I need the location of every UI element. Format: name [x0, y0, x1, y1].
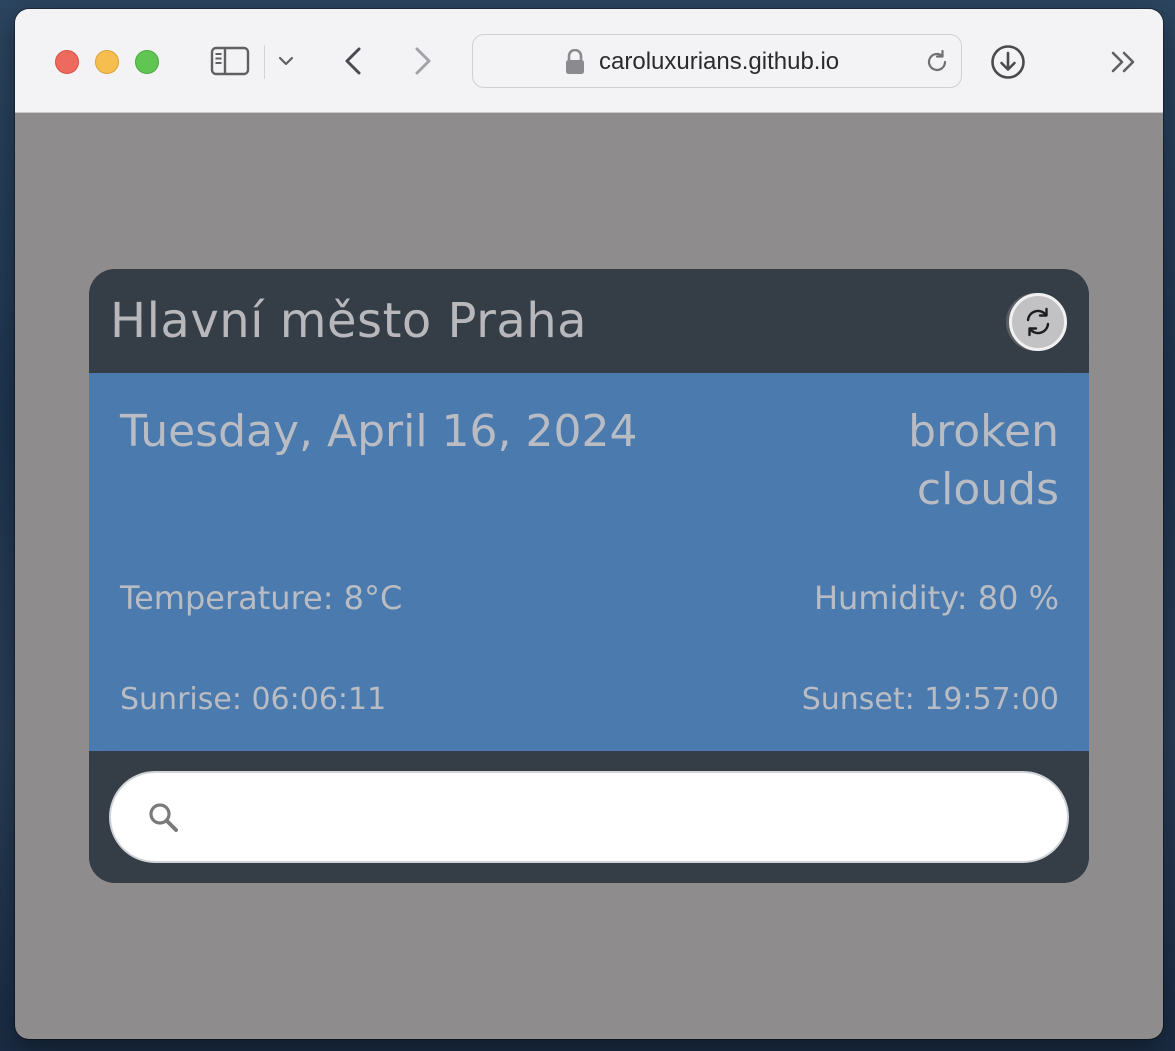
- search-bar[interactable]: [109, 771, 1069, 863]
- card-header: Hlavní město Praha: [89, 269, 1089, 373]
- sunset-time: Sunset: 19:57:00: [801, 682, 1059, 717]
- double-chevron-right-icon: [1111, 51, 1135, 73]
- sidebar-toggle-button[interactable]: [209, 45, 251, 77]
- chevron-left-icon: [345, 47, 361, 75]
- more-toolbar-items-button[interactable]: [1107, 47, 1141, 77]
- city-name: Hlavní město Praha: [110, 293, 588, 349]
- browser-window: caroluxurians.github.io Tuesday, April 1…: [15, 9, 1163, 1039]
- browser-toolbar: caroluxurians.github.io: [15, 9, 1163, 113]
- weather-description: broken clouds: [908, 406, 1059, 515]
- temperature: Temperature: 8°C: [120, 579, 403, 617]
- tab-group-menu-button[interactable]: [275, 49, 297, 73]
- search-area: [89, 751, 1089, 883]
- chevron-right-icon: [415, 47, 431, 75]
- refresh-icon: [1026, 307, 1050, 337]
- search-input[interactable]: [201, 791, 1041, 845]
- download-icon: [991, 45, 1025, 79]
- current-date: Tuesday, April 16, 2024: [120, 406, 638, 457]
- refresh-button[interactable]: [1009, 293, 1067, 351]
- search-icon: [149, 803, 178, 832]
- chevron-down-icon: [278, 56, 294, 66]
- weather-card: Tuesday, April 16, 2024 broken clouds Te…: [89, 269, 1089, 883]
- address-bar[interactable]: caroluxurians.github.io: [472, 34, 962, 88]
- forward-button[interactable]: [407, 43, 439, 79]
- downloads-button[interactable]: [990, 44, 1026, 80]
- reload-icon[interactable]: [923, 48, 951, 76]
- toolbar-divider: [264, 45, 265, 79]
- weather-details: Tuesday, April 16, 2024 broken clouds Te…: [89, 373, 1089, 751]
- humidity: Humidity: 80 %: [813, 579, 1059, 617]
- close-window-button[interactable]: [55, 50, 79, 74]
- url-text: caroluxurians.github.io: [599, 48, 840, 75]
- minimize-window-button[interactable]: [95, 50, 119, 74]
- back-button[interactable]: [337, 43, 369, 79]
- maximize-window-button[interactable]: [135, 50, 159, 74]
- sunrise-time: Sunrise: 06:06:11: [120, 682, 387, 717]
- sidebar-icon: [210, 46, 250, 76]
- lock-icon: [566, 49, 584, 74]
